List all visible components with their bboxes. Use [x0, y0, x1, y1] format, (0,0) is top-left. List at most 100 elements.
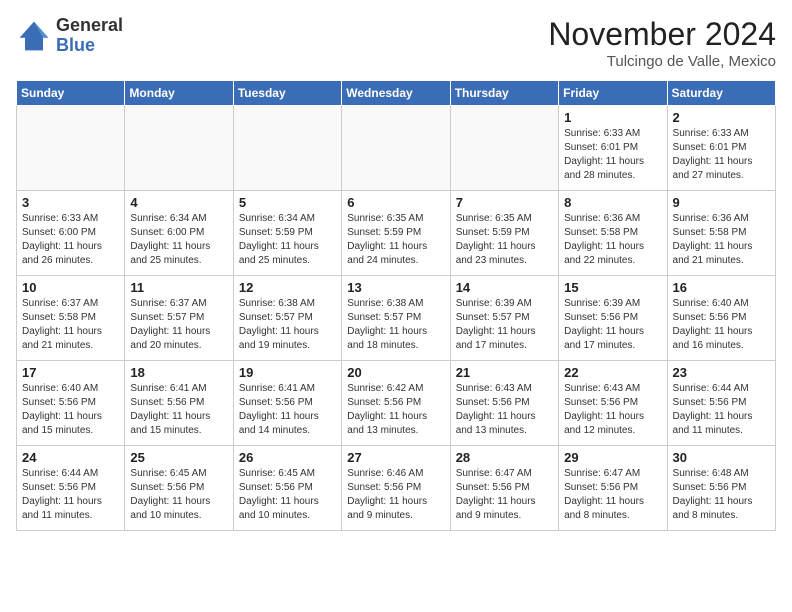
day-cell: 14Sunrise: 6:39 AM Sunset: 5:57 PM Dayli… — [450, 276, 558, 361]
day-info: Sunrise: 6:40 AM Sunset: 5:56 PM Dayligh… — [673, 297, 770, 353]
day-cell — [233, 106, 341, 191]
day-info: Sunrise: 6:37 AM Sunset: 5:58 PM Dayligh… — [22, 297, 119, 353]
day-number: 30 — [673, 450, 770, 465]
day-cell — [125, 106, 233, 191]
day-info: Sunrise: 6:48 AM Sunset: 5:56 PM Dayligh… — [673, 467, 770, 523]
day-info: Sunrise: 6:36 AM Sunset: 5:58 PM Dayligh… — [564, 212, 661, 268]
day-cell: 10 Sunrise: 6:37 AM Sunset: 5:58 PM Dayli… — [17, 276, 125, 361]
day-cell: 28 Sunrise: 6:47 AM Sunset: 5:56 PM Dayli… — [450, 446, 558, 531]
day-info: Sunrise: 6:34 AM Sunset: 5:59 PM Dayligh… — [239, 212, 336, 268]
day-info: Sunrise: 6:35 AM Sunset: 5:59 PM Dayligh… — [456, 212, 553, 268]
weekday-header-wednesday: Wednesday — [342, 81, 450, 106]
day-info: Sunrise: 6:45 AM Sunset: 5:56 PM Dayligh… — [130, 467, 227, 523]
day-number: 9 — [673, 195, 770, 210]
day-number: 7 — [456, 195, 553, 210]
logo-icon — [16, 18, 52, 54]
day-number: 21 — [456, 365, 553, 380]
day-number: 28 — [456, 450, 553, 465]
day-number: 27 — [347, 450, 444, 465]
day-number: 3 — [22, 195, 119, 210]
weekday-header-saturday: Saturday — [667, 81, 775, 106]
day-number: 4 — [130, 195, 227, 210]
title-block: November 2024 Tulcingo de Valle, Mexico — [548, 16, 776, 70]
day-info: Sunrise: 6:43 AM Sunset: 5:56 PM Dayligh… — [456, 382, 553, 438]
day-number: 25 — [130, 450, 227, 465]
day-info: Sunrise: 6:36 AM Sunset: 5:58 PM Dayligh… — [673, 212, 770, 268]
day-info: Sunrise: 6:44 AM Sunset: 5:56 PM Dayligh… — [673, 382, 770, 438]
day-number: 18 — [130, 365, 227, 380]
day-cell: 16 Sunrise: 6:40 AM Sunset: 5:56 PM Dayli… — [667, 276, 775, 361]
day-cell: 27 Sunrise: 6:46 AM Sunset: 5:56 PM Dayli… — [342, 446, 450, 531]
day-info: Sunrise: 6:33 AM Sunset: 6:01 PM Dayligh… — [673, 127, 770, 183]
day-number: 1 — [564, 110, 661, 125]
weekday-header-monday: Monday — [125, 81, 233, 106]
page-header: General Blue November 2024 Tulcingo de V… — [16, 16, 776, 70]
day-cell: 17Sunrise: 6:40 AM Sunset: 5:56 PM Dayli… — [17, 361, 125, 446]
day-number: 24 — [22, 450, 119, 465]
day-number: 26 — [239, 450, 336, 465]
day-cell: 5Sunrise: 6:34 AM Sunset: 5:59 PM Daylig… — [233, 191, 341, 276]
day-number: 29 — [564, 450, 661, 465]
month-year: November 2024 — [548, 16, 776, 53]
day-cell: 12 Sunrise: 6:38 AM Sunset: 5:57 PM Dayli… — [233, 276, 341, 361]
day-cell: 25 Sunrise: 6:45 AM Sunset: 5:56 PM Dayli… — [125, 446, 233, 531]
day-info: Sunrise: 6:47 AM Sunset: 5:56 PM Dayligh… — [564, 467, 661, 523]
day-number: 13 — [347, 280, 444, 295]
day-number: 6 — [347, 195, 444, 210]
day-cell: 21 Sunrise: 6:43 AM Sunset: 5:56 PM Dayli… — [450, 361, 558, 446]
day-number: 10 — [22, 280, 119, 295]
calendar-table: SundayMondayTuesdayWednesdayThursdayFrid… — [16, 80, 776, 531]
day-cell: 4 Sunrise: 6:34 AM Sunset: 6:00 PM Daylig… — [125, 191, 233, 276]
week-row-4: 17Sunrise: 6:40 AM Sunset: 5:56 PM Dayli… — [17, 361, 776, 446]
day-info: Sunrise: 6:47 AM Sunset: 5:56 PM Dayligh… — [456, 467, 553, 523]
day-info: Sunrise: 6:34 AM Sunset: 6:00 PM Dayligh… — [130, 212, 227, 268]
day-info: Sunrise: 6:38 AM Sunset: 5:57 PM Dayligh… — [347, 297, 444, 353]
day-info: Sunrise: 6:45 AM Sunset: 5:56 PM Dayligh… — [239, 467, 336, 523]
weekday-header-thursday: Thursday — [450, 81, 558, 106]
weekday-header-sunday: Sunday — [17, 81, 125, 106]
logo: General Blue — [16, 16, 123, 56]
day-info: Sunrise: 6:41 AM Sunset: 5:56 PM Dayligh… — [239, 382, 336, 438]
day-info: Sunrise: 6:43 AM Sunset: 5:56 PM Dayligh… — [564, 382, 661, 438]
day-cell: 6 Sunrise: 6:35 AM Sunset: 5:59 PM Daylig… — [342, 191, 450, 276]
logo-general: General — [56, 16, 123, 36]
day-cell: 8 Sunrise: 6:36 AM Sunset: 5:58 PM Daylig… — [559, 191, 667, 276]
day-cell: 3 Sunrise: 6:33 AM Sunset: 6:00 PM Daylig… — [17, 191, 125, 276]
day-number: 12 — [239, 280, 336, 295]
day-number: 20 — [347, 365, 444, 380]
week-row-2: 3 Sunrise: 6:33 AM Sunset: 6:00 PM Daylig… — [17, 191, 776, 276]
day-number: 23 — [673, 365, 770, 380]
day-number: 15 — [564, 280, 661, 295]
day-number: 8 — [564, 195, 661, 210]
day-info: Sunrise: 6:35 AM Sunset: 5:59 PM Dayligh… — [347, 212, 444, 268]
week-row-1: 1 Sunrise: 6:33 AM Sunset: 6:01 PM Daylig… — [17, 106, 776, 191]
day-cell: 29 Sunrise: 6:47 AM Sunset: 5:56 PM Dayli… — [559, 446, 667, 531]
day-info: Sunrise: 6:40 AM Sunset: 5:56 PM Dayligh… — [22, 382, 119, 438]
day-cell: 19 Sunrise: 6:41 AM Sunset: 5:56 PM Dayli… — [233, 361, 341, 446]
day-number: 16 — [673, 280, 770, 295]
day-cell: 24Sunrise: 6:44 AM Sunset: 5:56 PM Dayli… — [17, 446, 125, 531]
day-cell: 20Sunrise: 6:42 AM Sunset: 5:56 PM Dayli… — [342, 361, 450, 446]
day-cell: 15 Sunrise: 6:39 AM Sunset: 5:56 PM Dayli… — [559, 276, 667, 361]
day-cell: 13 Sunrise: 6:38 AM Sunset: 5:57 PM Dayli… — [342, 276, 450, 361]
day-cell: 1Sunrise: 6:33 AM Sunset: 6:01 PM Daylig… — [559, 106, 667, 191]
day-number: 22 — [564, 365, 661, 380]
logo-blue: Blue — [56, 36, 123, 56]
day-cell — [450, 106, 558, 191]
day-cell: 9 Sunrise: 6:36 AM Sunset: 5:58 PM Daylig… — [667, 191, 775, 276]
day-info: Sunrise: 6:41 AM Sunset: 5:56 PM Dayligh… — [130, 382, 227, 438]
day-number: 19 — [239, 365, 336, 380]
weekday-header-tuesday: Tuesday — [233, 81, 341, 106]
day-cell — [17, 106, 125, 191]
day-number: 2 — [673, 110, 770, 125]
day-info: Sunrise: 6:38 AM Sunset: 5:57 PM Dayligh… — [239, 297, 336, 353]
day-info: Sunrise: 6:39 AM Sunset: 5:57 PM Dayligh… — [456, 297, 553, 353]
location: Tulcingo de Valle, Mexico — [548, 53, 776, 70]
day-info: Sunrise: 6:46 AM Sunset: 5:56 PM Dayligh… — [347, 467, 444, 523]
day-cell: 11Sunrise: 6:37 AM Sunset: 5:57 PM Dayli… — [125, 276, 233, 361]
weekday-header-row: SundayMondayTuesdayWednesdayThursdayFrid… — [17, 81, 776, 106]
day-cell: 2 Sunrise: 6:33 AM Sunset: 6:01 PM Daylig… — [667, 106, 775, 191]
day-info: Sunrise: 6:39 AM Sunset: 5:56 PM Dayligh… — [564, 297, 661, 353]
day-info: Sunrise: 6:37 AM Sunset: 5:57 PM Dayligh… — [130, 297, 227, 353]
day-info: Sunrise: 6:33 AM Sunset: 6:00 PM Dayligh… — [22, 212, 119, 268]
